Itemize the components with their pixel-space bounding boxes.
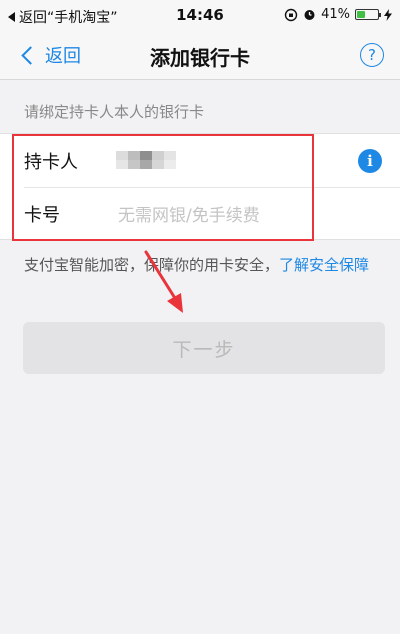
page-title: 添加银行卡 (150, 46, 250, 70)
annotation-arrow (144, 250, 183, 313)
orientation-lock-icon (284, 8, 298, 21)
battery-fill (357, 11, 366, 18)
nav-bar: 返回 添加银行卡 ? (0, 30, 400, 80)
security-text: 支付宝智能加密，保障你的用卡安全， (24, 256, 280, 274)
annotation-highlight-box (12, 134, 314, 241)
section-label: 请绑定持卡人本人的银行卡 (24, 103, 205, 121)
security-learn-more-link[interactable]: 了解安全保障 (279, 256, 369, 274)
alarm-icon (304, 10, 315, 20)
charging-bolt-icon (384, 8, 392, 21)
security-note: 支付宝智能加密，保障你的用卡安全，了解安全保障 (24, 254, 380, 276)
status-right: 41% (284, 7, 392, 22)
info-circle-icon[interactable]: i (358, 149, 382, 173)
next-step-button[interactable]: 下一步 (23, 322, 385, 374)
question-circle-icon[interactable]: ? (360, 43, 384, 67)
status-bar: 返回“手机淘宝” 14:46 41% (0, 0, 400, 30)
battery-icon (355, 9, 381, 20)
battery-percent: 41% (321, 7, 350, 22)
